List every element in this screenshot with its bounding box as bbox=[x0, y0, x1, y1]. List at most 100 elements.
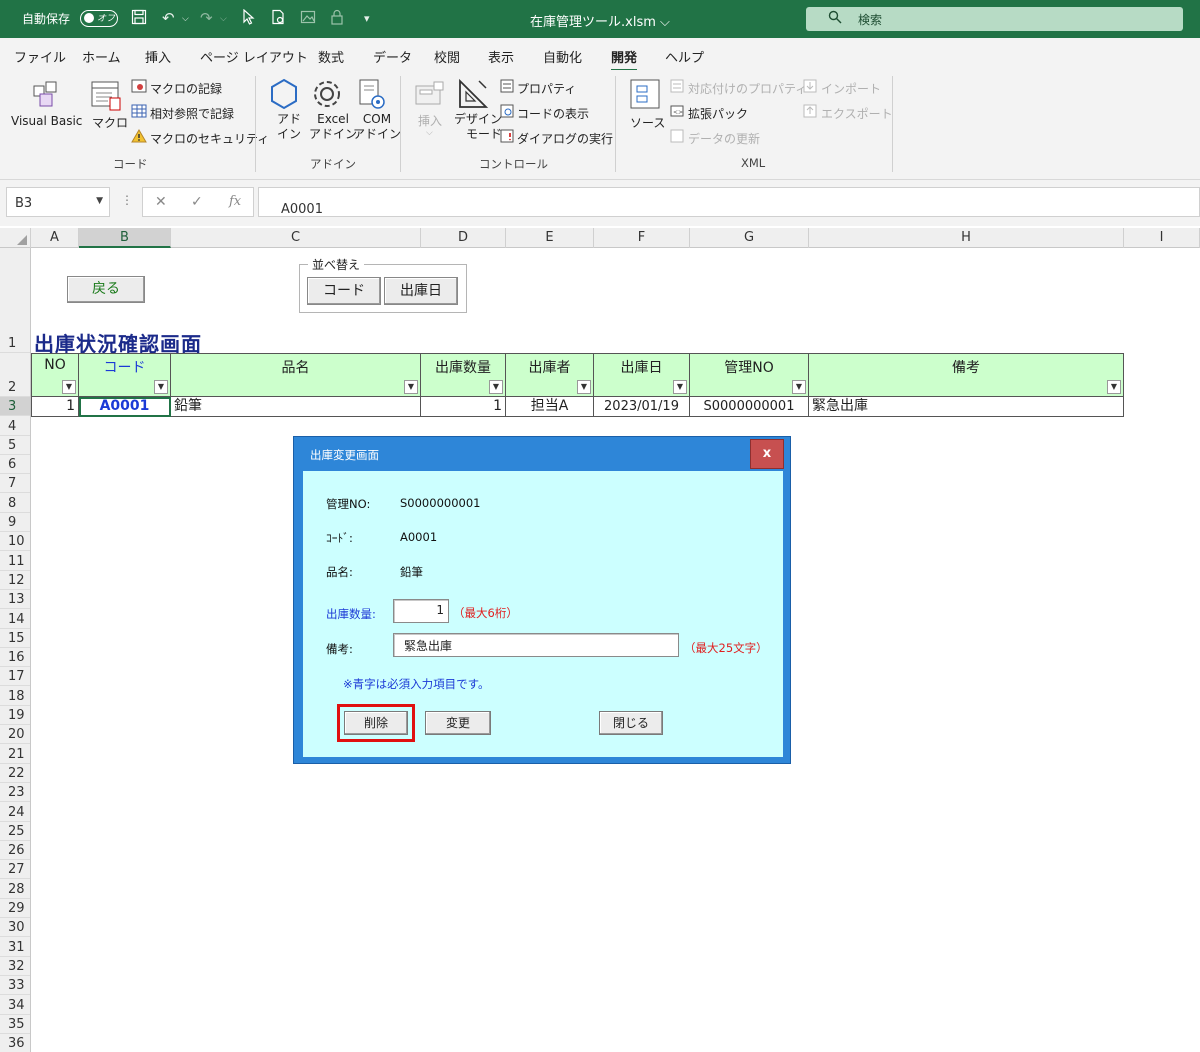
row-header[interactable]: 22 bbox=[0, 764, 30, 783]
column-header[interactable]: F bbox=[594, 228, 690, 248]
cell-code-selected[interactable]: A0001 bbox=[79, 397, 171, 417]
row-header[interactable]: 6 bbox=[0, 455, 30, 475]
tab-insert[interactable]: 挿入 bbox=[145, 47, 171, 66]
select-all-corner[interactable] bbox=[0, 228, 31, 248]
row-header[interactable]: 34 bbox=[0, 995, 30, 1015]
tab-help[interactable]: ヘルプ bbox=[665, 47, 704, 66]
filter-dropdown-icon[interactable]: ▼ bbox=[154, 380, 168, 394]
row-header[interactable]: 1 bbox=[0, 248, 30, 353]
cell-no[interactable]: 1 bbox=[31, 397, 79, 417]
cell-item-name[interactable]: 鉛筆 bbox=[171, 397, 421, 417]
tab-data[interactable]: データ bbox=[373, 47, 412, 66]
undo-icon[interactable]: ↶ bbox=[162, 9, 175, 27]
row-header[interactable]: 15 bbox=[0, 629, 30, 648]
row-header[interactable]: 13 bbox=[0, 590, 30, 610]
quantity-input[interactable]: 1 bbox=[393, 599, 449, 623]
row-header[interactable]: 2 bbox=[0, 353, 30, 397]
cell-remarks[interactable]: 緊急出庫 bbox=[809, 397, 1124, 417]
dialog-close-icon[interactable]: x bbox=[750, 439, 784, 469]
row-header[interactable]: 19 bbox=[0, 706, 30, 726]
column-header[interactable]: E bbox=[506, 228, 594, 248]
row-header[interactable]: 33 bbox=[0, 976, 30, 996]
tab-formulas[interactable]: 数式 bbox=[318, 47, 344, 66]
undo-dropdown-icon[interactable]: ⌵ bbox=[182, 14, 189, 24]
enter-icon[interactable]: ✓ bbox=[191, 194, 203, 210]
close-button[interactable]: 閉じる bbox=[599, 711, 663, 735]
customize-qat-icon[interactable]: ▾ bbox=[364, 12, 370, 25]
column-header[interactable]: H bbox=[809, 228, 1124, 248]
visual-basic-icon bbox=[28, 76, 64, 112]
formula-input[interactable]: A0001 bbox=[258, 187, 1200, 217]
lock-icon[interactable] bbox=[330, 9, 344, 29]
column-header[interactable]: C bbox=[171, 228, 421, 248]
cell-management-no[interactable]: S0000000001 bbox=[690, 397, 809, 417]
filter-dropdown-icon[interactable]: ▼ bbox=[489, 380, 503, 394]
tab-developer[interactable]: 開発 bbox=[611, 47, 638, 72]
row-header[interactable]: 4 bbox=[0, 416, 30, 436]
filter-dropdown-icon[interactable]: ▼ bbox=[404, 380, 418, 394]
change-button[interactable]: 変更 bbox=[425, 711, 491, 735]
file-name[interactable]: 在庫管理ツール.xlsm ⌵ bbox=[530, 11, 670, 30]
row-header[interactable]: 36 bbox=[0, 1034, 30, 1052]
column-header-selected[interactable]: B bbox=[79, 228, 171, 248]
row-header[interactable]: 18 bbox=[0, 687, 30, 706]
row-header[interactable]: 3 bbox=[0, 397, 30, 417]
row-header[interactable]: 10 bbox=[0, 532, 30, 552]
tab-view[interactable]: 表示 bbox=[488, 47, 514, 66]
row-header[interactable]: 25 bbox=[0, 822, 30, 841]
filter-dropdown-icon[interactable]: ▼ bbox=[673, 380, 687, 394]
row-header[interactable]: 7 bbox=[0, 474, 30, 494]
column-header[interactable]: G bbox=[690, 228, 809, 248]
redo-icon[interactable]: ↷ bbox=[200, 9, 213, 27]
picture-icon[interactable] bbox=[300, 9, 316, 29]
column-header[interactable]: A bbox=[31, 228, 79, 248]
filter-dropdown-icon[interactable]: ▼ bbox=[62, 380, 76, 394]
cell-shipper[interactable]: 担当A bbox=[506, 397, 594, 417]
row-header[interactable]: 20 bbox=[0, 725, 30, 745]
row-header[interactable]: 29 bbox=[0, 899, 30, 919]
row-header[interactable]: 17 bbox=[0, 667, 30, 687]
row-header[interactable]: 26 bbox=[0, 841, 30, 861]
cancel-icon[interactable]: ✕ bbox=[155, 194, 167, 210]
redo-dropdown-icon[interactable]: ⌵ bbox=[220, 14, 227, 24]
filter-dropdown-icon[interactable]: ▼ bbox=[577, 380, 591, 394]
tab-page-layout[interactable]: ページ レイアウト bbox=[200, 47, 308, 66]
row-header[interactable]: 23 bbox=[0, 783, 30, 803]
sort-by-date-button[interactable]: 出庫日 bbox=[384, 277, 458, 305]
row-header[interactable]: 11 bbox=[0, 551, 30, 571]
search-box[interactable]: 検索 bbox=[806, 7, 1183, 31]
document-icon[interactable] bbox=[270, 9, 286, 29]
sort-by-code-button[interactable]: コード bbox=[307, 277, 381, 305]
row-header[interactable]: 14 bbox=[0, 609, 30, 629]
row-header[interactable]: 32 bbox=[0, 957, 30, 976]
row-header[interactable]: 31 bbox=[0, 937, 30, 957]
select-pointer-icon[interactable] bbox=[242, 8, 256, 29]
name-box[interactable]: B3 ▼ bbox=[6, 187, 110, 217]
row-header[interactable]: 21 bbox=[0, 744, 30, 764]
row-header[interactable]: 28 bbox=[0, 880, 30, 899]
cell-quantity[interactable]: 1 bbox=[421, 397, 506, 417]
row-header[interactable]: 35 bbox=[0, 1015, 30, 1034]
tab-review[interactable]: 校閲 bbox=[434, 47, 460, 66]
row-header[interactable]: 27 bbox=[0, 860, 30, 880]
row-header[interactable]: 9 bbox=[0, 513, 30, 533]
filter-dropdown-icon[interactable]: ▼ bbox=[1107, 380, 1121, 394]
filter-dropdown-icon[interactable]: ▼ bbox=[792, 380, 806, 394]
row-header[interactable]: 24 bbox=[0, 802, 30, 822]
row-header[interactable]: 8 bbox=[0, 494, 30, 513]
row-header[interactable]: 12 bbox=[0, 571, 30, 590]
tab-automate[interactable]: 自動化 bbox=[543, 47, 582, 66]
back-button[interactable]: 戻る bbox=[67, 276, 145, 303]
column-header[interactable]: I bbox=[1124, 228, 1200, 248]
remarks-input[interactable]: 緊急出庫 bbox=[393, 633, 679, 657]
row-header[interactable]: 16 bbox=[0, 648, 30, 668]
column-header[interactable]: D bbox=[421, 228, 506, 248]
insert-function-icon[interactable]: fx bbox=[229, 194, 241, 209]
tab-home[interactable]: ホーム bbox=[82, 47, 121, 66]
row-header[interactable]: 30 bbox=[0, 918, 30, 938]
save-icon[interactable] bbox=[131, 9, 147, 29]
row-header[interactable]: 5 bbox=[0, 436, 30, 455]
cell-ship-date[interactable]: 2023/01/19 bbox=[594, 397, 690, 417]
tab-file[interactable]: ファイル bbox=[14, 47, 66, 66]
autosave-toggle[interactable]: オフ bbox=[80, 10, 118, 27]
